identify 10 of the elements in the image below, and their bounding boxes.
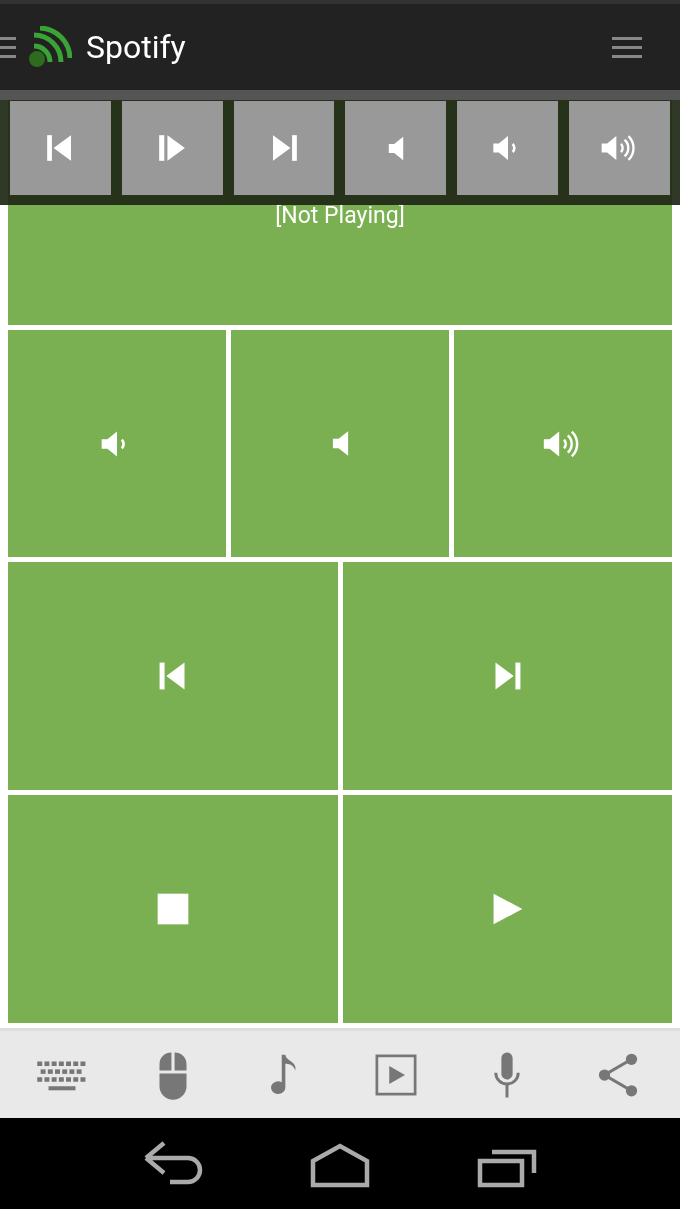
now-playing-text: [Not Playing] xyxy=(275,202,405,230)
toolbar-button[interactable] xyxy=(233,101,335,195)
toolbar-button[interactable] xyxy=(121,101,223,195)
toolbar-button[interactable] xyxy=(569,101,670,195)
menu-icon[interactable] xyxy=(612,36,642,58)
app-title: Spotify xyxy=(86,28,186,66)
toolbar-button[interactable] xyxy=(10,101,111,195)
toolbar-button[interactable] xyxy=(457,101,559,195)
wifi-logo-icon xyxy=(28,26,72,68)
menu-icon[interactable] xyxy=(0,36,16,58)
